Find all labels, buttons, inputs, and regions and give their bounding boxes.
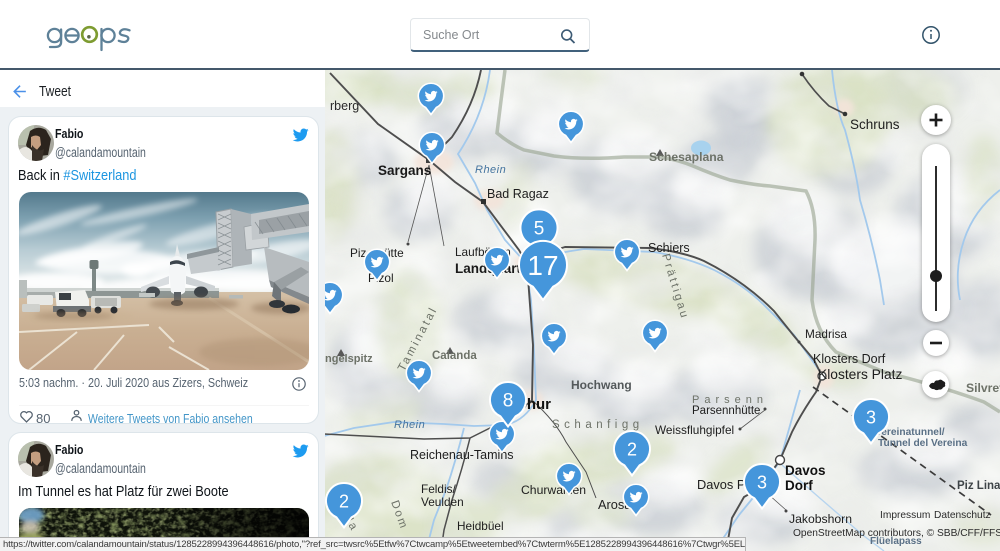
svg-text:Rhein: Rhein <box>475 164 506 176</box>
svg-text:Klosters Platz: Klosters Platz <box>818 367 902 382</box>
svg-text:ngelspitz: ngelspitz <box>325 353 373 365</box>
svg-text:Davos: Davos <box>785 463 826 478</box>
svg-text:Veulden: Veulden <box>421 495 464 509</box>
svg-text:3: 3 <box>757 472 767 492</box>
svg-text:Sargans: Sargans <box>378 163 431 178</box>
svg-text:2: 2 <box>627 439 637 459</box>
svg-text:Calanda: Calanda <box>432 350 477 362</box>
svg-text:Bad Ragaz: Bad Ragaz <box>487 187 549 201</box>
svg-text:Madrisa: Madrisa <box>805 327 847 341</box>
svg-text:17: 17 <box>527 250 558 281</box>
svg-text:Feldis/: Feldis/ <box>421 482 456 496</box>
svg-text:Schesaplana: Schesaplana <box>649 150 724 164</box>
svg-text:2: 2 <box>339 491 349 511</box>
svg-text:Weissfluhgipfel: Weissfluhgipfel <box>655 423 734 437</box>
svg-text:Parsennhütte: Parsennhütte <box>692 405 760 417</box>
svg-text:Klosters Dorf: Klosters Dorf <box>813 352 886 366</box>
svg-text:Dorf: Dorf <box>785 478 813 493</box>
svg-text:Davos Pl: Davos Pl <box>697 477 748 492</box>
svg-text:Heidbüel: Heidbüel <box>457 519 504 533</box>
svg-text:Schruns: Schruns <box>850 117 900 132</box>
svg-text:Rhein: Rhein <box>394 419 425 431</box>
svg-text:Silvret: Silvret <box>966 381 1000 395</box>
svg-text:Hochwang: Hochwang <box>571 378 632 392</box>
svg-text:Flüelapass: Flüelapass <box>870 536 922 547</box>
svg-text:Schanfigg: Schanfigg <box>552 419 644 431</box>
svg-text:Jakobshorn: Jakobshorn <box>789 512 852 526</box>
svg-text:5: 5 <box>534 219 545 240</box>
svg-text:rberg: rberg <box>330 99 359 113</box>
svg-text:Tunnel del Vereina: Tunnel del Vereina <box>878 438 968 449</box>
svg-text:8: 8 <box>503 391 514 412</box>
svg-text:Reichenau-Tamins: Reichenau-Tamins <box>410 448 514 462</box>
svg-text:Piz Linar: Piz Linar <box>957 480 1000 492</box>
svg-text:Impressum: Impressum <box>880 510 930 521</box>
svg-text:3: 3 <box>866 407 876 427</box>
svg-text:Datenschutz: Datenschutz <box>934 510 991 521</box>
svg-text:Piz: Piz <box>350 246 366 260</box>
